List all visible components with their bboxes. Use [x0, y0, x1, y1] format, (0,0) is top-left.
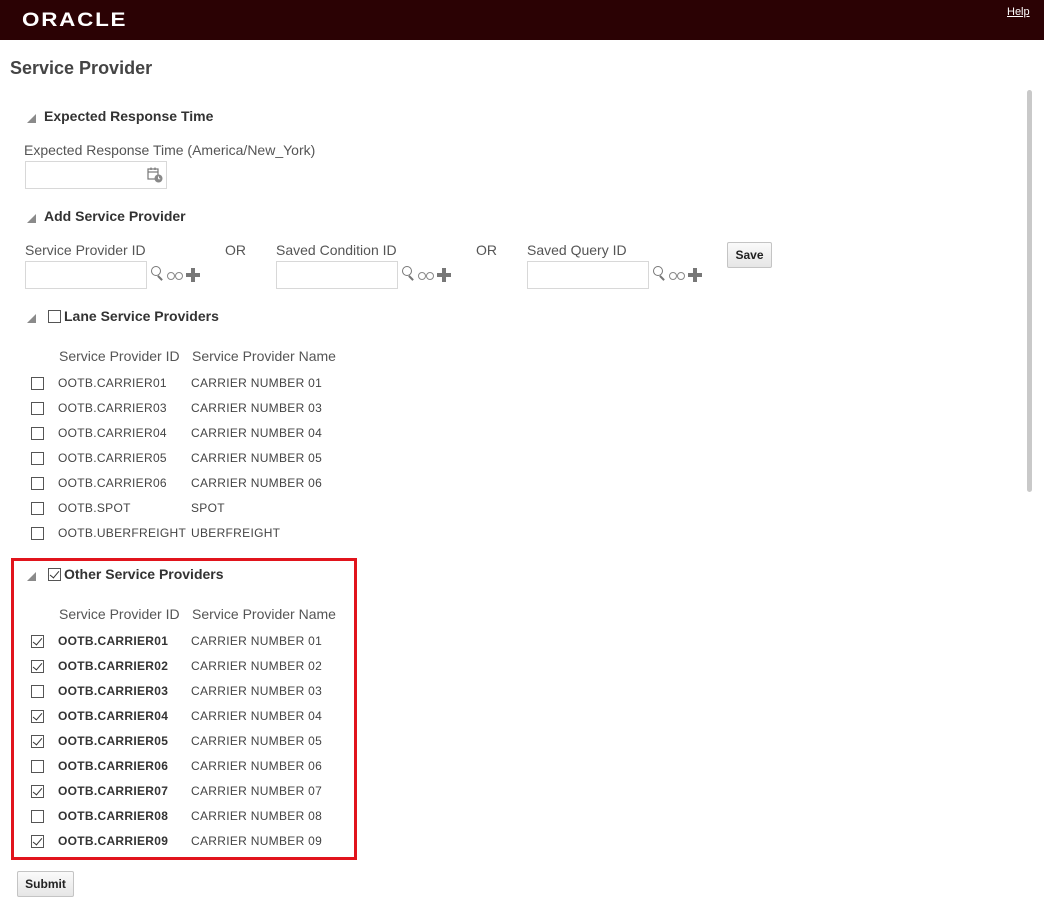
row-checkbox[interactable]	[31, 477, 44, 490]
provider-name-cell: CARRIER NUMBER 02	[191, 659, 323, 673]
row-checkbox[interactable]	[31, 835, 44, 848]
row-checkbox[interactable]	[31, 377, 44, 390]
provider-name-cell: CARRIER NUMBER 03	[191, 684, 323, 698]
provider-id-cell: OOTB.CARRIER09	[58, 834, 169, 848]
save-button[interactable]: Save	[727, 242, 772, 268]
search-icon[interactable]	[653, 266, 667, 282]
provider-id-cell: OOTB.CARRIER05	[58, 734, 169, 748]
collapse-triangle-icon[interactable]	[27, 314, 36, 323]
add-plus-icon[interactable]	[688, 268, 702, 282]
collapse-triangle-icon[interactable]	[27, 214, 36, 223]
provider-name-cell: CARRIER NUMBER 06	[191, 476, 323, 490]
row-checkbox[interactable]	[31, 685, 44, 698]
row-checkbox[interactable]	[31, 760, 44, 773]
provider-name-cell: CARRIER NUMBER 01	[191, 376, 323, 390]
row-checkbox[interactable]	[31, 527, 44, 540]
provider-id-cell: OOTB.CARRIER08	[58, 809, 169, 823]
provider-id-cell: OOTB.CARRIER06	[58, 476, 167, 490]
view-glasses-icon[interactable]	[418, 270, 434, 280]
collapse-triangle-icon[interactable]	[27, 114, 36, 123]
column-header-provider-id: Service Provider ID	[59, 606, 180, 622]
expected-response-input[interactable]	[25, 161, 167, 189]
row-checkbox[interactable]	[31, 810, 44, 823]
column-header-provider-name: Service Provider Name	[192, 348, 336, 364]
saved-query-id-label: Saved Query ID	[527, 242, 627, 258]
calendar-clock-icon[interactable]	[147, 167, 163, 183]
provider-id-cell: OOTB.SPOT	[58, 501, 131, 515]
column-header-provider-id: Service Provider ID	[59, 348, 180, 364]
view-glasses-icon[interactable]	[669, 270, 685, 280]
section-title-expected-response: Expected Response Time	[44, 108, 214, 124]
provider-id-cell: OOTB.CARRIER04	[58, 709, 169, 723]
provider-name-cell: CARRIER NUMBER 03	[191, 401, 323, 415]
help-link[interactable]: Help	[1007, 6, 1030, 18]
provider-id-cell: OOTB.CARRIER05	[58, 451, 167, 465]
row-checkbox[interactable]	[31, 427, 44, 440]
section-title-lane-providers: Lane Service Providers	[64, 308, 219, 324]
or-separator: OR	[476, 242, 497, 258]
provider-name-cell: CARRIER NUMBER 01	[191, 634, 323, 648]
row-checkbox[interactable]	[31, 635, 44, 648]
or-separator: OR	[225, 242, 246, 258]
provider-name-cell: CARRIER NUMBER 05	[191, 734, 323, 748]
provider-id-cell: OOTB.CARRIER07	[58, 784, 169, 798]
top-header-bar: ORACLE Help	[0, 0, 1044, 40]
service-provider-id-input[interactable]	[25, 261, 147, 289]
add-plus-icon[interactable]	[186, 268, 200, 282]
collapse-triangle-icon[interactable]	[27, 572, 36, 581]
expected-response-label: Expected Response Time (America/New_York…	[24, 142, 316, 158]
provider-name-cell: CARRIER NUMBER 09	[191, 834, 323, 848]
oracle-logo: ORACLE	[22, 10, 128, 31]
search-icon[interactable]	[402, 266, 416, 282]
search-icon[interactable]	[151, 266, 165, 282]
provider-id-cell: OOTB.CARRIER02	[58, 659, 169, 673]
vertical-scrollbar[interactable]	[1027, 90, 1032, 492]
provider-name-cell: CARRIER NUMBER 07	[191, 784, 323, 798]
row-checkbox[interactable]	[31, 660, 44, 673]
provider-id-cell: OOTB.CARRIER01	[58, 634, 169, 648]
provider-id-cell: OOTB.CARRIER06	[58, 759, 169, 773]
row-checkbox[interactable]	[31, 452, 44, 465]
page-title: Service Provider	[10, 58, 153, 78]
provider-name-cell: CARRIER NUMBER 04	[191, 426, 323, 440]
provider-name-cell: CARRIER NUMBER 05	[191, 451, 323, 465]
provider-name-cell: CARRIER NUMBER 08	[191, 809, 323, 823]
provider-name-cell: UBERFREIGHT	[191, 526, 281, 540]
row-checkbox[interactable]	[31, 785, 44, 798]
provider-id-cell: OOTB.UBERFREIGHT	[58, 526, 187, 540]
provider-name-cell: CARRIER NUMBER 04	[191, 709, 323, 723]
section-title-add-provider: Add Service Provider	[44, 208, 186, 224]
row-checkbox[interactable]	[31, 502, 44, 515]
provider-id-cell: OOTB.CARRIER01	[58, 376, 167, 390]
provider-id-cell: OOTB.CARRIER04	[58, 426, 167, 440]
provider-name-cell: SPOT	[191, 501, 225, 515]
provider-id-cell: OOTB.CARRIER03	[58, 684, 169, 698]
lane-select-all-checkbox[interactable]	[48, 310, 61, 323]
row-checkbox[interactable]	[31, 735, 44, 748]
provider-name-cell: CARRIER NUMBER 06	[191, 759, 323, 773]
saved-query-id-input[interactable]	[527, 261, 649, 289]
add-plus-icon[interactable]	[437, 268, 451, 282]
section-title-other-providers: Other Service Providers	[64, 566, 224, 582]
saved-condition-id-input[interactable]	[276, 261, 398, 289]
saved-condition-id-label: Saved Condition ID	[276, 242, 397, 258]
view-glasses-icon[interactable]	[167, 270, 183, 280]
column-header-provider-name: Service Provider Name	[192, 606, 336, 622]
service-provider-id-label: Service Provider ID	[25, 242, 146, 258]
submit-button[interactable]: Submit	[17, 871, 74, 897]
other-select-all-checkbox[interactable]	[48, 568, 61, 581]
row-checkbox[interactable]	[31, 402, 44, 415]
provider-id-cell: OOTB.CARRIER03	[58, 401, 167, 415]
row-checkbox[interactable]	[31, 710, 44, 723]
